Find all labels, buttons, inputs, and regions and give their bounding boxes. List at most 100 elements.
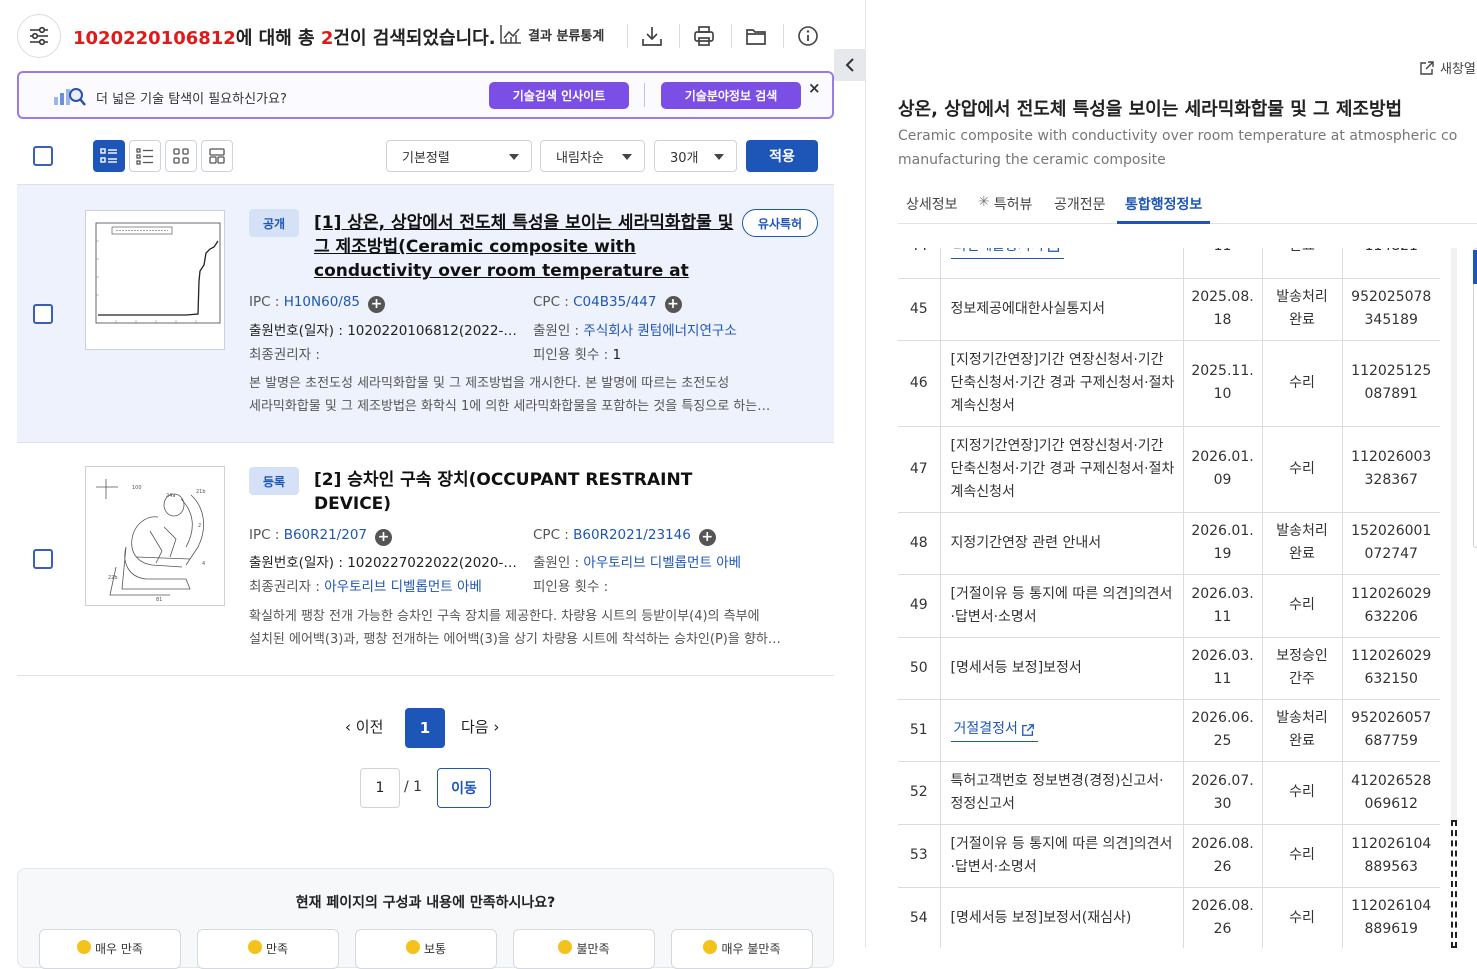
- doc-number-wrap: 952025078 345189: [1343, 286, 1441, 332]
- status-cell: 수리: [1262, 824, 1343, 888]
- info-button[interactable]: [796, 24, 820, 48]
- result-checkbox[interactable]: [33, 549, 53, 569]
- doc-number-line1: 952026057: [1351, 710, 1432, 726]
- svg-text:81: 81: [156, 597, 162, 603]
- chevron-left-icon: [845, 58, 854, 72]
- row-number: 54: [898, 887, 941, 948]
- final-owner-field: 최종권리자 :: [249, 343, 519, 363]
- row-number: 49: [898, 574, 941, 638]
- survey-option-very-dissatisfied[interactable]: 매우 불만족: [671, 929, 813, 969]
- date-line1: 2026.06.: [1191, 710, 1254, 726]
- document-link[interactable]: 의견제출통지서: [950, 248, 1064, 259]
- list-icon: [136, 148, 153, 165]
- application-number-value: 1020227022022(2020-…: [347, 555, 517, 571]
- result-checkbox[interactable]: [33, 304, 53, 324]
- doc-number-line2: 328367: [1364, 472, 1418, 488]
- cpc-link[interactable]: C04B35/447: [573, 294, 656, 310]
- tech-insight-button[interactable]: 기술검색 인사이트: [489, 82, 629, 109]
- tech-field-search-button[interactable]: 기술분야정보 검색: [661, 82, 801, 109]
- collapse-panel-button[interactable]: [834, 49, 866, 81]
- admin-table-row: 44 의견제출통지서 11완료114821: [898, 248, 1440, 279]
- tab-public-full-text[interactable]: 공개전문: [1054, 190, 1106, 224]
- go-page-button[interactable]: 이동: [437, 768, 491, 808]
- table-scrollbar-thumb[interactable]: [1451, 820, 1457, 948]
- ipc-link[interactable]: B60R21/207: [284, 527, 367, 543]
- side-panel-edge[interactable]: [1473, 248, 1477, 548]
- result-thumbnail[interactable]: 100 24a 21b 2 4 22b 81: [85, 466, 225, 606]
- document-link[interactable]: 거절결정서: [950, 718, 1038, 742]
- prev-page-button[interactable]: ‹ 이전: [345, 716, 383, 737]
- cited-count-label: 피인용 횟수 :: [533, 579, 609, 595]
- status-wrap: 수리: [1263, 907, 1342, 930]
- date-line1: 2026.01.: [1191, 523, 1254, 539]
- final-owner-label: 최종권리자 :: [249, 347, 320, 363]
- abstract-line: 설치된 에어백(3)과, 팽창 전개하는 에어백(3)을 상기 차량용 시트에 …: [249, 632, 781, 647]
- result-title-link[interactable]: [1] 상온, 상압에서 전도체 특성을 보이는 세라믹화합물 및 그 제조방법…: [314, 211, 734, 283]
- plus-icon[interactable]: +: [698, 528, 716, 546]
- next-page-button[interactable]: 다음 ›: [461, 716, 499, 737]
- view-detail-list-button[interactable]: [93, 140, 125, 172]
- page-number-input[interactable]: 1: [360, 768, 400, 808]
- filter-button[interactable]: [17, 14, 61, 58]
- date-cell: 2026.03. 11: [1183, 637, 1263, 700]
- sort-value: 기본정렬: [402, 150, 450, 166]
- ipc-link[interactable]: H10N60/85: [284, 294, 360, 310]
- plus-icon[interactable]: +: [664, 295, 682, 313]
- download-button[interactable]: [640, 24, 664, 48]
- row-number-value: 50: [909, 659, 928, 676]
- order-select[interactable]: 내림차순: [540, 140, 645, 172]
- stats-button[interactable]: 결과 분류통계: [500, 24, 604, 44]
- view-grid-button[interactable]: [165, 140, 197, 172]
- similar-patent-button[interactable]: 유사특허: [742, 209, 818, 237]
- view-list-button[interactable]: [129, 140, 161, 172]
- abstract-line: 세라믹화합물 및 그 제조방법은 화학식 1에 의한 세라믹화합물을 포함하는 …: [249, 399, 771, 414]
- survey-option-label: 매우 만족: [95, 942, 143, 956]
- page-1-button[interactable]: 1: [405, 708, 445, 748]
- status-cell: 수리: [1262, 426, 1343, 513]
- doc-number-line2: 345189: [1364, 312, 1418, 328]
- document-cell: [명세서등 보정]보정서(재심사): [940, 887, 1184, 948]
- view-card-button[interactable]: [201, 140, 233, 172]
- sort-select[interactable]: 기본정렬: [386, 140, 532, 172]
- result-title-link[interactable]: [2] 승차인 구속 장치(OCCUPANT RESTRAINT DEVICE): [314, 468, 714, 516]
- doc-number-line1: 412026528: [1351, 772, 1432, 789]
- chevron-down-icon: [622, 154, 632, 160]
- date-line2: 26: [1213, 921, 1232, 937]
- survey-option-satisfied[interactable]: 만족: [197, 929, 339, 969]
- survey-option-very-satisfied[interactable]: 매우 만족: [39, 929, 181, 969]
- tab-patent-view[interactable]: ✳ 특허뷰: [978, 190, 1032, 224]
- per-page-select[interactable]: 30개: [654, 140, 737, 172]
- doc-number-line2: 687759: [1364, 733, 1418, 749]
- banner-close-button[interactable]: ×: [808, 79, 821, 97]
- applicant-link[interactable]: 아우토리브 디벨롭먼트 아베: [583, 555, 741, 571]
- tab-detail-info[interactable]: 상세정보: [906, 190, 958, 224]
- final-owner-link[interactable]: 아우토리브 디벨롭먼트 아베: [324, 579, 482, 595]
- folder-icon: [746, 29, 766, 45]
- result-thumbnail[interactable]: [85, 210, 225, 350]
- survey-option-neutral[interactable]: 보통: [355, 929, 497, 969]
- document-cell: [거절이유 등 통지에 따른 의견]의견서·답변서·소명서: [940, 824, 1184, 888]
- row-number-value: 53: [909, 847, 928, 863]
- result-count: 2: [320, 28, 334, 49]
- sliders-icon: [30, 26, 48, 46]
- tab-integrated-admin-info[interactable]: 통합행정정보: [1117, 190, 1211, 224]
- svg-text:2: 2: [198, 523, 201, 529]
- admin-table-row: 46 [지정기간연장]기간 연장신청서·기간 단축신청서·기간 경과 구제신청서·…: [898, 340, 1440, 427]
- svg-text:24a: 24a: [166, 493, 175, 499]
- plus-icon[interactable]: +: [368, 295, 386, 313]
- apply-button[interactable]: 적용: [746, 140, 818, 172]
- open-new-window-button[interactable]: 새창열: [1419, 58, 1476, 77]
- cpc-link[interactable]: B60R2021/23146: [573, 527, 691, 543]
- print-button[interactable]: [692, 24, 716, 48]
- svg-text:22b: 22b: [108, 575, 118, 581]
- results-pane: 1020220106812에 대해 총 2건이 검색되었습니다. 결과 분류통계…: [0, 0, 866, 969]
- status-wrap: 완료: [1263, 248, 1342, 258]
- doc-number-cell: 412026528 069612: [1342, 761, 1440, 825]
- admin-table-row: 52 특허고객번호 정보변경(경정)신고서·정정신고서 2026.07. 30 수리 41…: [898, 761, 1440, 825]
- folder-button[interactable]: [744, 24, 768, 48]
- select-all-checkbox[interactable]: [33, 146, 53, 166]
- plus-icon[interactable]: +: [375, 528, 393, 546]
- ipc-field: IPC : H10N60/85 +: [249, 294, 509, 313]
- applicant-link[interactable]: 주식회사 퀀텀에너지연구소: [583, 323, 736, 339]
- survey-option-dissatisfied[interactable]: 불만족: [513, 929, 655, 969]
